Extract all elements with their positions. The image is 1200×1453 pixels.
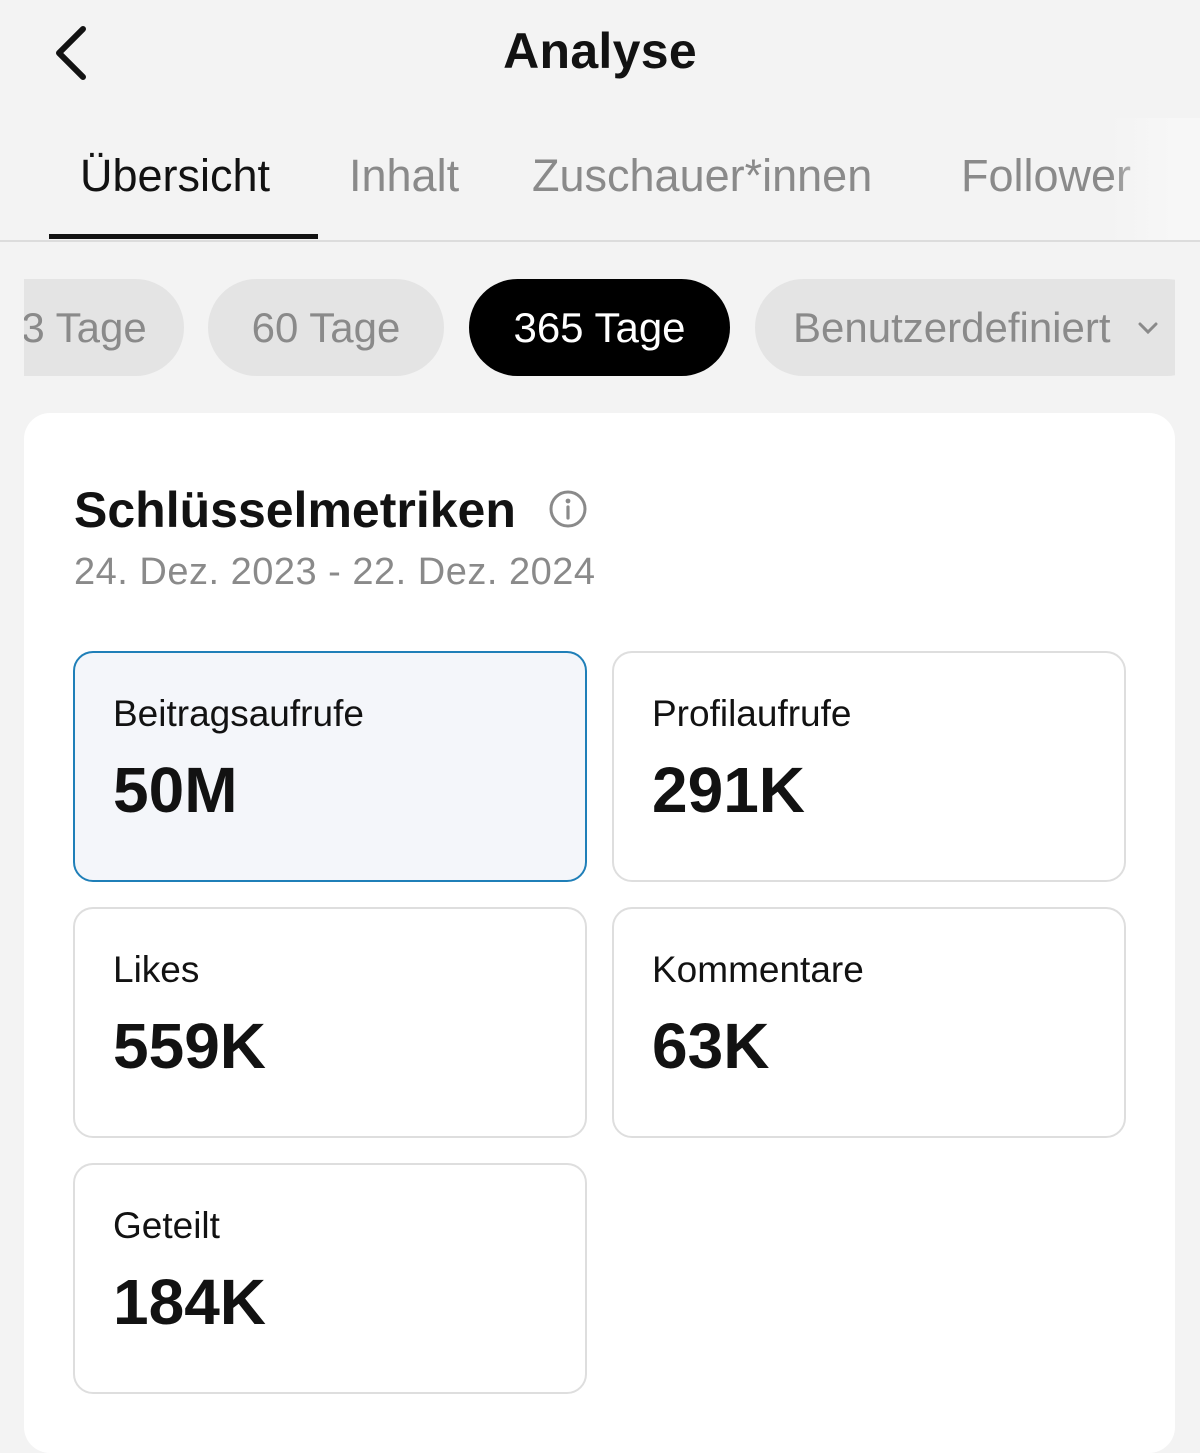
active-tab-indicator xyxy=(49,234,318,239)
tabs-scroll-fade xyxy=(1110,118,1200,240)
metric-shares[interactable]: Geteilt 184K xyxy=(73,1163,587,1394)
info-icon[interactable] xyxy=(548,489,588,529)
metric-label: Likes xyxy=(113,949,200,990)
key-metrics-card: Schlüsselmetriken 24. Dez. 2023 - 22. De… xyxy=(24,413,1175,1453)
metric-value: 559K xyxy=(113,1010,266,1082)
metric-value: 50M xyxy=(113,754,238,826)
metric-profile-views[interactable]: Profilaufrufe 291K xyxy=(612,651,1126,882)
metric-label: Kommentare xyxy=(652,949,864,990)
chevron-down-icon xyxy=(1138,322,1158,334)
chip-custom[interactable]: Benutzerdefiniert xyxy=(755,279,1175,376)
chip-60-days[interactable]: 60 Tage xyxy=(208,279,444,376)
metric-value: 63K xyxy=(652,1010,770,1082)
chip-3-days[interactable]: 3 Tage xyxy=(24,279,184,376)
date-filter-bar[interactable]: 3 Tage 60 Tage 365 Tage Benutzerdefinier… xyxy=(24,279,1175,376)
metric-value: 291K xyxy=(652,754,805,826)
key-metrics-title: Schlüsselmetriken xyxy=(74,482,516,538)
tab-bar: Übersicht Inhalt Zuschauer*innen Followe… xyxy=(0,118,1200,242)
metric-likes[interactable]: Likes 559K xyxy=(73,907,587,1138)
tab-overview[interactable]: Übersicht xyxy=(80,150,270,202)
tab-content[interactable]: Inhalt xyxy=(349,150,459,202)
metric-label: Profilaufrufe xyxy=(652,693,852,734)
chip-custom-label: Benutzerdefiniert xyxy=(793,303,1111,351)
metric-label: Geteilt xyxy=(113,1205,220,1246)
chip-365-days[interactable]: 365 Tage xyxy=(469,279,730,376)
tab-followers[interactable]: Follower xyxy=(961,150,1131,202)
metric-label: Beitragsaufrufe xyxy=(113,693,364,734)
tab-viewers[interactable]: Zuschauer*innen xyxy=(532,150,872,202)
metric-post-views[interactable]: Beitragsaufrufe 50M xyxy=(73,651,587,882)
metric-comments[interactable]: Kommentare 63K xyxy=(612,907,1126,1138)
date-range: 24. Dez. 2023 - 22. Dez. 2024 xyxy=(74,551,596,593)
metric-value: 184K xyxy=(113,1266,266,1338)
page-title: Analyse xyxy=(503,23,697,79)
header: Analyse xyxy=(0,0,1200,110)
